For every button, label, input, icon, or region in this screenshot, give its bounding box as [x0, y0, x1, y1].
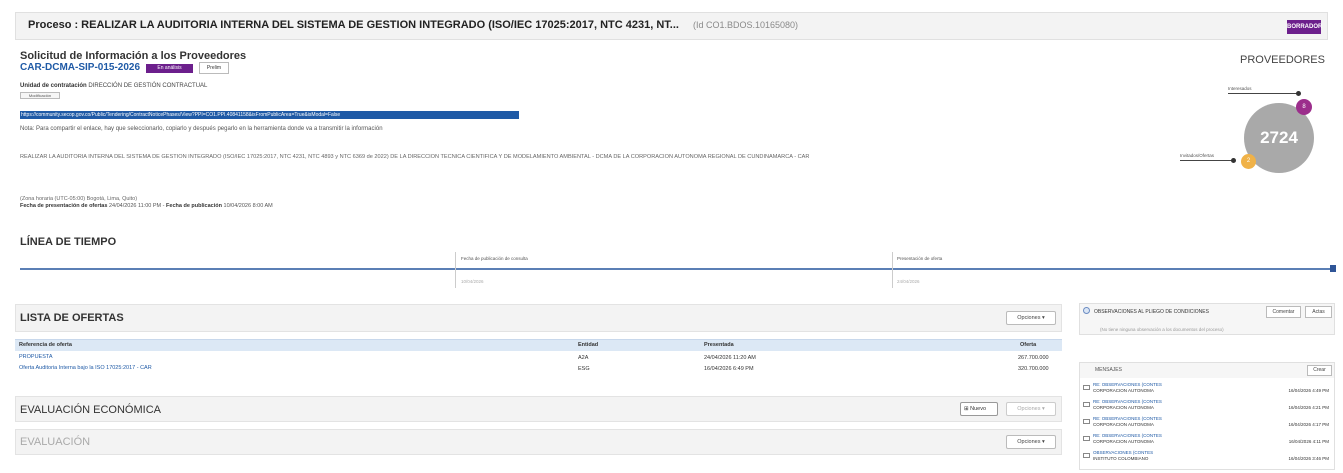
envelope-icon	[1083, 436, 1090, 441]
timeline-label-presentacion: Presentación de oferta	[897, 256, 943, 261]
timeline-track	[20, 268, 1335, 270]
timezone-note: (Zona horaria (UTC-05:00) Bogotá, Lima, …	[20, 196, 138, 202]
plus-icon: ⊞	[964, 406, 969, 412]
col-entidad[interactable]: Entidad	[578, 342, 598, 348]
evaluacion-bar	[15, 429, 1062, 455]
proveedores-invitados-label: Invitados/Ofertas	[1180, 153, 1215, 158]
evaluacion-economica-bar	[15, 396, 1062, 422]
message-date: 16/04/2026 4:49 PM	[1288, 388, 1329, 393]
timeline-end-marker	[1330, 265, 1336, 272]
proveedores-dot-1	[1296, 91, 1301, 96]
message-item[interactable]: OBSERVACIONES (CONTES INSTITUTO COLOMBIA…	[1083, 450, 1331, 466]
table-row[interactable]: Oferta Auditoria Interna bajo la ISO 170…	[15, 364, 1062, 375]
message-item[interactable]: RE: OBSERVACIONES (CONTES CORPORACION AU…	[1083, 416, 1331, 432]
unidad-label: Unidad de contratación	[20, 83, 87, 89]
fecha-publicacion-value: 10/04/2026 8:00 AM	[223, 203, 273, 209]
solicitud-code[interactable]: CAR-DCMA-SIP-015-2026	[20, 62, 140, 73]
mensajes-crear-button[interactable]: Crear	[1307, 365, 1332, 376]
offer-date: 24/04/2026 11:20 AM	[704, 355, 756, 361]
offer-value: 267.700.000	[1018, 355, 1049, 361]
envelope-icon	[1083, 453, 1090, 458]
evaluacion-economica-options-button[interactable]: Opciones ▾	[1006, 402, 1056, 416]
process-header: Proceso : REALIZAR LA AUDITORIA INTERNA …	[15, 12, 1328, 40]
table-row[interactable]: PROPUESTA A2A 24/04/2026 11:20 AM 267.70…	[15, 353, 1062, 364]
proveedores-interesados-count[interactable]: 8	[1296, 99, 1312, 115]
col-presentada[interactable]: Presentada	[704, 342, 734, 348]
timeline-divider-2	[892, 252, 893, 288]
evaluacion-title: EVALUACIÓN	[20, 436, 91, 448]
lista-ofertas-bar	[15, 304, 1062, 332]
proveedores-title: PROVEEDORES	[1240, 54, 1325, 66]
offer-entity: ESG	[578, 366, 590, 372]
message-date: 16/04/2026 3:46 PM	[1288, 456, 1329, 461]
message-subject[interactable]: RE: OBSERVACIONES (CONTES	[1093, 433, 1162, 438]
observaciones-comentar-button[interactable]: Comentar	[1266, 306, 1301, 318]
message-item[interactable]: RE: OBSERVACIONES (CONTES CORPORACION AU…	[1083, 382, 1331, 398]
message-from: CORPORACION AUTONOMA	[1093, 439, 1154, 444]
fecha-publicacion-label: Fecha de publicación	[166, 203, 222, 209]
offer-entity: A2A	[578, 355, 589, 361]
envelope-icon	[1083, 402, 1090, 407]
unidad-value: DIRECCIÓN DE GESTIÓN CONTRACTUAL	[88, 83, 208, 89]
proveedores-dot-2	[1231, 158, 1236, 163]
process-title: Proceso : REALIZAR LA AUDITORIA INTERNA …	[28, 19, 679, 31]
timeline-date-presentacion: 24/04/2026	[897, 279, 920, 284]
offer-reference-link[interactable]: Oferta Auditoria Interna bajo la ISO 170…	[19, 365, 152, 371]
share-note: Nota: Para compartir el enlace, hay que …	[20, 126, 383, 132]
message-subject[interactable]: OBSERVACIONES (CONTES	[1093, 450, 1153, 455]
nuevo-label: Nuevo	[970, 406, 987, 412]
mensajes-title: MENSAJES	[1095, 367, 1122, 373]
timeline-label-publicacion: Fecha de publicación de consulta	[461, 256, 528, 261]
offer-value: 320.700.000	[1018, 366, 1049, 372]
lista-ofertas-options-button[interactable]: Opciones ▾	[1006, 311, 1056, 325]
message-from: CORPORACION AUTONOMA	[1093, 422, 1154, 427]
message-from: INSTITUTO COLOMBIANO	[1093, 456, 1149, 461]
evaluacion-options-button[interactable]: Opciones ▾	[1006, 435, 1056, 449]
fecha-presentacion-label: Fecha de presentación de ofertas	[20, 203, 108, 209]
process-description: REALIZAR LA AUDITORIA INTERNA DEL SISTEM…	[20, 154, 810, 160]
timeline-divider-1	[455, 252, 456, 288]
offer-reference-link[interactable]: PROPUESTA	[19, 354, 53, 360]
unidad-contratacion: Unidad de contratación DIRECCIÓN DE GEST…	[20, 83, 207, 89]
observaciones-icon	[1083, 307, 1090, 314]
message-from: CORPORACION AUTONOMA	[1093, 405, 1154, 410]
envelope-icon	[1083, 419, 1090, 424]
message-date: 16/04/2026 4:11 PM	[1288, 439, 1329, 444]
col-referencia[interactable]: Referencia de oferta	[19, 342, 72, 348]
col-oferta[interactable]: Oferta	[1020, 342, 1036, 348]
message-item[interactable]: RE: OBSERVACIONES (CONTES CORPORACION AU…	[1083, 433, 1331, 449]
message-item[interactable]: RE: OBSERVACIONES (CONTES CORPORACION AU…	[1083, 399, 1331, 415]
proveedores-interesados-label: Interesados	[1228, 86, 1252, 91]
dates-line: Fecha de presentación de ofertas 24/04/2…	[20, 203, 273, 209]
lista-ofertas-title: LISTA DE OFERTAS	[20, 312, 124, 324]
message-subject[interactable]: RE: OBSERVACIONES (CONTES	[1093, 399, 1162, 404]
evaluacion-nuevo-button[interactable]: ⊞ Nuevo	[960, 402, 998, 416]
process-link-selected[interactable]: https://community.secop.gov.co/Public/Te…	[20, 111, 519, 119]
solicitud-status-badge: En análisis	[146, 64, 193, 73]
message-from: CORPORACION AUTONOMA	[1093, 388, 1154, 393]
observaciones-actas-button[interactable]: Actas	[1305, 306, 1332, 318]
proveedores-connector-1	[1228, 93, 1298, 94]
proveedores-invitados-count[interactable]: 2	[1241, 154, 1256, 169]
observaciones-empty-note: (No tiene ninguna observación a los docu…	[1100, 327, 1224, 332]
unidad-tag-button[interactable]: Modificación	[20, 92, 60, 99]
timeline-date-publicacion: 10/04/2026	[461, 279, 484, 284]
status-badge: BORRADOR	[1287, 20, 1322, 34]
proveedores-connector-2	[1180, 160, 1232, 161]
offers-table-header: Referencia de oferta Entidad Presentada …	[15, 339, 1062, 351]
evaluacion-economica-title: EVALUACIÓN ECONÓMICA	[20, 404, 161, 416]
message-date: 16/04/2026 4:17 PM	[1288, 422, 1329, 427]
solicitud-title: Solicitud de Información a los Proveedor…	[20, 50, 247, 62]
observaciones-title: OBSERVACIONES AL PLIEGO DE CONDICIONES	[1094, 309, 1209, 315]
message-date: 16/04/2026 4:21 PM	[1288, 405, 1329, 410]
fecha-presentacion-value: 24/04/2026 11:00 PM	[108, 203, 162, 209]
offer-date: 16/04/2026 6:49 PM	[704, 366, 754, 372]
solicitud-prelim-button[interactable]: Prelim	[199, 62, 229, 74]
envelope-icon	[1083, 385, 1090, 390]
message-subject[interactable]: RE: OBSERVACIONES (CONTES	[1093, 382, 1162, 387]
timeline-title: LÍNEA DE TIEMPO	[20, 236, 117, 248]
message-subject[interactable]: RE: OBSERVACIONES (CONTES	[1093, 416, 1162, 421]
process-id: (Id CO1.BDOS.10165080)	[693, 20, 799, 30]
